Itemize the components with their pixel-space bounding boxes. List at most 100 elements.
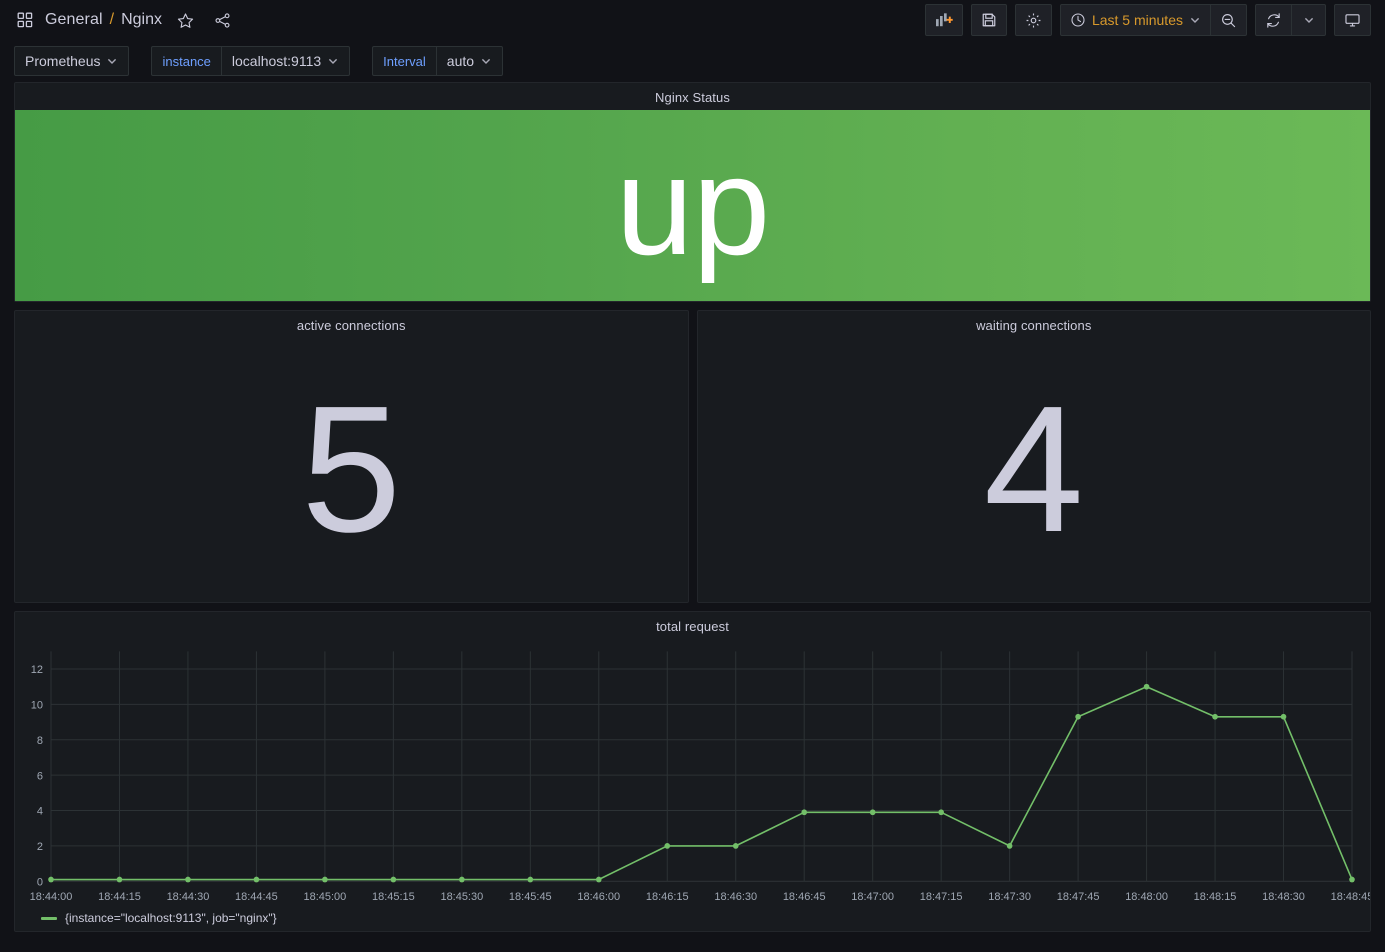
- series-point: [1007, 843, 1013, 849]
- series-line: [51, 687, 1352, 880]
- x-axis-tick-label: 18:45:30: [440, 891, 483, 903]
- variable-datasource-value: Prometheus: [25, 53, 100, 69]
- y-axis-tick-label: 4: [37, 806, 43, 818]
- x-axis-tick-label: 18:44:30: [167, 891, 210, 903]
- variable-instance-label: instance: [151, 46, 220, 76]
- series-point: [459, 877, 465, 883]
- panel-title-active-connections[interactable]: active connections: [15, 311, 688, 338]
- panel-total-request: total request 0 2 4 6 8 10 12 18:44:00 18:44:15 1…: [14, 611, 1371, 932]
- time-range-label: Last 5 minutes: [1092, 12, 1183, 28]
- breadcrumb: General / Nginx: [14, 9, 234, 31]
- x-axis-tick-label: 18:48:15: [1194, 891, 1237, 903]
- breadcrumb-dashboard[interactable]: Nginx: [121, 11, 162, 29]
- total-request-chart: 02468101218:44:0018:44:1518:44:3018:44:4…: [15, 639, 1370, 908]
- active-connections-value: 5: [301, 380, 401, 560]
- panel-title-total-request[interactable]: total request: [15, 612, 1370, 639]
- y-axis-tick-label: 0: [37, 876, 43, 888]
- x-axis-tick-label: 18:45:45: [509, 891, 552, 903]
- y-axis-tick-label: 10: [31, 699, 43, 711]
- x-axis-tick-label: 18:47:15: [920, 891, 963, 903]
- tv-mode-icon[interactable]: [1335, 5, 1370, 35]
- add-panel-group: [925, 4, 963, 36]
- breadcrumb-folder[interactable]: General: [45, 11, 103, 29]
- total-request-plot-area[interactable]: 02468101218:44:0018:44:1518:44:3018:44:4…: [15, 639, 1370, 908]
- x-axis-tick-label: 18:48:30: [1262, 891, 1305, 903]
- save-dashboard-group: [971, 4, 1007, 36]
- series-point: [801, 809, 807, 815]
- top-navigation-bar: General / Nginx: [0, 0, 1385, 40]
- series-point: [870, 809, 876, 815]
- x-axis-tick-label: 18:46:45: [783, 891, 826, 903]
- active-connections-value-container: 5: [15, 338, 688, 602]
- series-point: [1075, 714, 1081, 720]
- x-axis-tick-label: 18:45:15: [372, 891, 415, 903]
- variable-instance-selected: localhost:9113: [232, 53, 321, 69]
- zoom-out-icon[interactable]: [1210, 5, 1246, 35]
- waiting-connections-value: 4: [984, 380, 1084, 560]
- panel-title-waiting-connections[interactable]: waiting connections: [698, 311, 1371, 338]
- x-axis-tick-label: 18:47:45: [1057, 891, 1100, 903]
- series-point: [1212, 714, 1218, 720]
- variable-interval-selected: auto: [447, 53, 474, 69]
- variable-interval-value[interactable]: auto: [436, 46, 503, 76]
- legend-series-label[interactable]: {instance="localhost:9113", job="nginx"}: [65, 911, 277, 925]
- dashboard-panels: Nginx Status up active connections 5 wai…: [0, 82, 1385, 932]
- save-icon[interactable]: [972, 5, 1006, 35]
- series-point: [938, 809, 944, 815]
- x-axis-tick-label: 18:48:00: [1125, 891, 1168, 903]
- series-point: [185, 877, 191, 883]
- chart-legend: {instance="localhost:9113", job="nginx"}: [15, 908, 1370, 931]
- series-point: [733, 843, 739, 849]
- y-axis-tick-label: 8: [37, 735, 43, 747]
- series-point: [664, 843, 670, 849]
- panel-title-nginx-status[interactable]: Nginx Status: [15, 83, 1370, 110]
- dashboard-settings-group: [1015, 4, 1052, 36]
- series-point: [528, 877, 534, 883]
- x-axis-tick-label: 18:47:30: [988, 891, 1031, 903]
- x-axis-tick-label: 18:46:00: [577, 891, 620, 903]
- add-panel-icon[interactable]: [926, 5, 962, 35]
- y-axis-tick-label: 2: [37, 841, 43, 853]
- waiting-connections-value-container: 4: [698, 338, 1371, 602]
- x-axis-tick-label: 18:47:00: [851, 891, 894, 903]
- refresh-interval-dropdown[interactable]: [1291, 5, 1325, 35]
- variable-interval-label: Interval: [372, 46, 436, 76]
- chevron-down-icon: [1189, 14, 1201, 26]
- y-axis-tick-label: 6: [37, 770, 43, 782]
- variable-interval: Interval auto: [372, 46, 503, 76]
- refresh-icon[interactable]: [1256, 5, 1291, 35]
- x-axis-tick-label: 18:46:30: [714, 891, 757, 903]
- settings-gear-icon[interactable]: [1016, 5, 1051, 35]
- series-point: [48, 877, 54, 883]
- series-point: [322, 877, 328, 883]
- series-point: [1144, 684, 1150, 690]
- legend-color-swatch: [41, 917, 57, 920]
- y-axis-tick-label: 12: [31, 664, 43, 676]
- clock-icon: [1070, 12, 1086, 28]
- x-axis-tick-label: 18:44:15: [98, 891, 141, 903]
- panel-waiting-connections: waiting connections 4: [697, 310, 1372, 603]
- series-point: [596, 877, 602, 883]
- x-axis-tick-label: 18:44:00: [30, 891, 73, 903]
- variable-instance-value[interactable]: localhost:9113: [221, 46, 350, 76]
- x-axis-tick-label: 18:45:00: [304, 891, 347, 903]
- series-point: [254, 877, 260, 883]
- time-range-group: Last 5 minutes: [1060, 4, 1247, 36]
- stat-panel-row: active connections 5 waiting connections…: [14, 310, 1371, 603]
- breadcrumb-separator: /: [110, 11, 114, 29]
- variable-datasource[interactable]: Prometheus: [14, 46, 129, 76]
- star-icon[interactable]: [175, 9, 197, 31]
- series-point: [391, 877, 397, 883]
- variable-instance: instance localhost:9113: [151, 46, 350, 76]
- chevron-down-icon: [327, 55, 339, 67]
- time-range-picker[interactable]: Last 5 minutes: [1061, 5, 1210, 35]
- share-icon[interactable]: [212, 9, 234, 31]
- panel-nginx-status: Nginx Status up: [14, 82, 1371, 302]
- tv-mode-group: [1334, 4, 1371, 36]
- template-variable-bar: Prometheus instance localhost:9113 Inter…: [0, 40, 1385, 82]
- dashboards-grid-icon[interactable]: [14, 9, 36, 31]
- chevron-down-icon: [480, 55, 492, 67]
- series-point: [1349, 877, 1355, 883]
- refresh-group: [1255, 4, 1326, 36]
- panel-active-connections: active connections 5: [14, 310, 689, 603]
